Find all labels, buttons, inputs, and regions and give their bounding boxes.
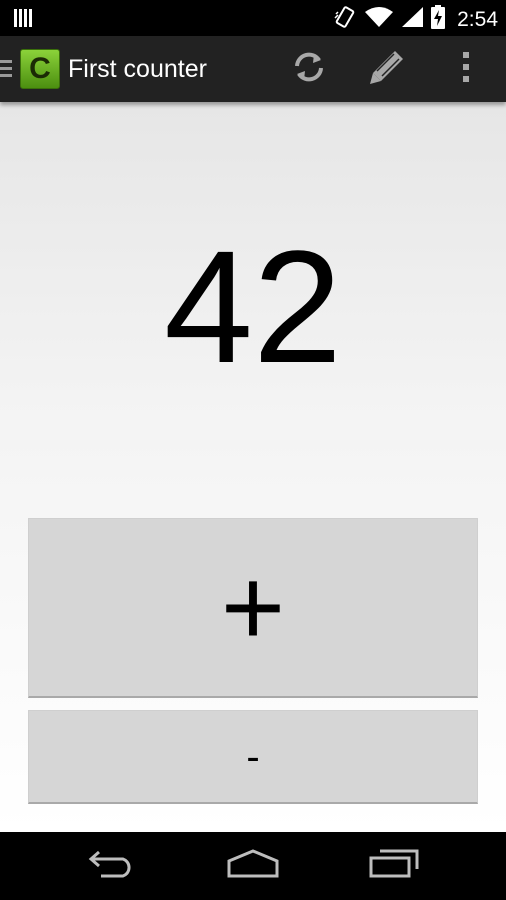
edit-icon — [368, 48, 406, 91]
home-button[interactable] — [203, 832, 303, 900]
edit-button[interactable] — [352, 36, 422, 102]
overflow-menu-button[interactable] — [432, 36, 500, 102]
decrement-button[interactable]: - — [28, 710, 478, 804]
clock: 2:54 — [457, 7, 498, 31]
reset-button[interactable] — [274, 36, 344, 102]
battery-charging-icon — [431, 5, 446, 34]
navigation-bar — [0, 832, 506, 900]
back-icon — [87, 850, 137, 883]
status-icons: 2:54 — [333, 5, 498, 34]
app-icon-letter: C — [29, 52, 51, 85]
drawer-indicator-icon[interactable] — [0, 58, 14, 85]
refresh-icon — [291, 49, 327, 90]
screen: 2:54 C First counter 42 + - — [0, 0, 506, 900]
overflow-menu-icon — [461, 51, 471, 88]
action-bar: C First counter — [0, 36, 506, 102]
vibrate-icon — [333, 5, 357, 34]
counter-value: 42 — [164, 217, 342, 396]
app-icon[interactable]: C — [20, 49, 60, 89]
back-button[interactable] — [62, 832, 162, 900]
status-bar: 2:54 — [0, 0, 506, 36]
signal-icon — [401, 6, 424, 33]
recents-button[interactable] — [344, 832, 444, 900]
home-icon — [226, 848, 280, 884]
notification-icon — [14, 8, 34, 33]
counter-title[interactable]: First counter — [68, 55, 207, 84]
counter-content: 42 + - — [0, 102, 506, 832]
increment-button[interactable]: + — [28, 518, 478, 698]
wifi-icon — [365, 6, 394, 33]
recents-icon — [368, 849, 420, 884]
